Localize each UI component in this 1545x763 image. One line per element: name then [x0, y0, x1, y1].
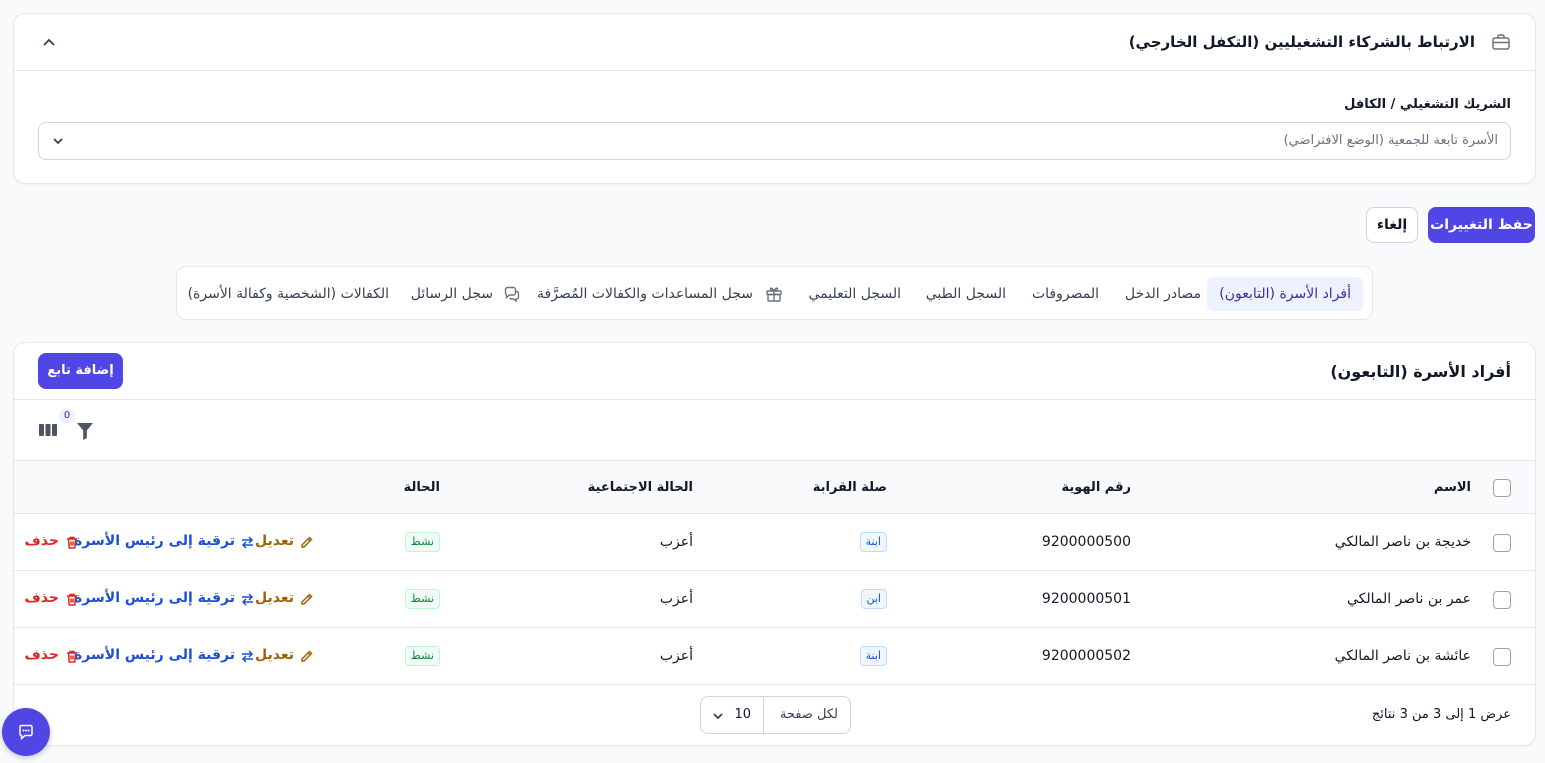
- status-badge: نشط: [404, 646, 440, 666]
- row-checkbox[interactable]: [1493, 534, 1511, 552]
- column-header-marital-status[interactable]: الحالة الاجتماعية: [588, 480, 693, 495]
- partner-section-header[interactable]: الارتباط بالشركاء التشغيليين (التكفل الخ…: [14, 14, 1535, 71]
- promote-label: ترقية إلى رئيس الأسرة: [74, 647, 235, 663]
- pencil-icon: [299, 535, 314, 550]
- delete-button[interactable]: حذف: [25, 647, 79, 663]
- columns-icon[interactable]: [38, 421, 58, 439]
- swap-arrows-icon: [240, 592, 255, 607]
- promote-to-head-button[interactable]: ترقية إلى رئيس الأسرة: [74, 533, 255, 549]
- cancel-button[interactable]: إلغاء: [1366, 207, 1418, 243]
- promote-label: ترقية إلى رئيس الأسرة: [74, 590, 235, 606]
- tab-income-sources[interactable]: مصادر الدخل: [1125, 277, 1201, 311]
- pencil-icon: [299, 592, 314, 607]
- delete-label: حذف: [24, 590, 59, 606]
- column-header-relation[interactable]: صلة القرابة: [813, 480, 887, 495]
- gift-icon: [765, 285, 783, 303]
- partner-select-value: الأسرة تابعة للجمعية (الوضع الافتراضي): [1283, 133, 1498, 148]
- relation-badge: ابنة: [859, 646, 887, 666]
- swap-arrows-icon: [240, 535, 255, 550]
- marital-status: أعزب: [659, 534, 693, 550]
- chevron-up-icon[interactable]: [38, 32, 60, 54]
- table-header: الاسم رقم الهوية صلة القرابة الحالة الاج…: [14, 460, 1535, 514]
- chevron-down-icon: [51, 134, 65, 148]
- trash-icon: [65, 592, 79, 607]
- family-members-title: أفراد الأسرة (التابعون): [1330, 362, 1511, 381]
- select-all-checkbox[interactable]: [1493, 479, 1511, 497]
- member-id-number: 9200000500: [1041, 534, 1131, 550]
- edit-button[interactable]: تعديل: [255, 647, 314, 663]
- partner-field-label: الشريك التشغيلي / الكافل: [1344, 97, 1511, 112]
- member-name: خديجة بن ناصر المالكي: [1334, 534, 1471, 550]
- chat-button[interactable]: [2, 708, 50, 756]
- tab-family-members[interactable]: أفراد الأسرة (التابعون): [1207, 277, 1363, 311]
- per-page-select[interactable]: 10: [701, 697, 763, 733]
- table-row: عائشة بن ناصر المالكي 9200000502 ابنة أع…: [14, 628, 1535, 685]
- tab-medical-record[interactable]: السجل الطبي: [926, 277, 1006, 311]
- promote-label: ترقية إلى رئيس الأسرة: [74, 533, 235, 549]
- member-id-number: 9200000502: [1041, 648, 1131, 664]
- member-name: عمر بن ناصر المالكي: [1346, 591, 1471, 607]
- marital-status: أعزب: [659, 591, 693, 607]
- promote-to-head-button[interactable]: ترقية إلى رئيس الأسرة: [74, 590, 255, 606]
- edit-button[interactable]: تعديل: [255, 533, 314, 549]
- family-members-card: أفراد الأسرة (التابعون) إضافة تابع 0 الا…: [13, 342, 1536, 746]
- row-checkbox[interactable]: [1493, 591, 1511, 609]
- status-badge: نشط: [404, 589, 440, 609]
- trash-icon: [65, 649, 79, 664]
- briefcase-icon: [1491, 32, 1511, 52]
- relation-badge: ابنة: [859, 532, 887, 552]
- per-page-label: لكل صفحة: [779, 707, 838, 722]
- trash-icon: [65, 535, 79, 550]
- save-changes-button[interactable]: حفظ التغييرات: [1428, 207, 1535, 243]
- delete-label: حذف: [24, 533, 59, 549]
- tab-education-record[interactable]: السجل التعليمي: [809, 277, 902, 311]
- relation-badge: ابن: [860, 589, 887, 609]
- row-checkbox[interactable]: [1493, 648, 1511, 666]
- edit-button[interactable]: تعديل: [255, 590, 314, 606]
- status-badge: نشط: [404, 532, 440, 552]
- per-page-control: لكل صفحة 10: [700, 696, 851, 734]
- table-row: خديجة بن ناصر المالكي 9200000500 ابنة أع…: [14, 514, 1535, 571]
- swap-arrows-icon: [240, 649, 255, 664]
- pencil-icon: [299, 649, 314, 664]
- filter-icon[interactable]: [76, 421, 94, 441]
- member-name: عائشة بن ناصر المالكي: [1334, 648, 1471, 664]
- tabs-bar: أفراد الأسرة (التابعون) مصادر الدخل المص…: [176, 266, 1373, 320]
- chat-bubbles-icon: [503, 285, 521, 303]
- add-dependent-button[interactable]: إضافة تابع: [38, 353, 123, 389]
- tab-aid-history-label: سجل المساعدات والكفالات المُصرَّفة: [537, 286, 753, 302]
- tab-aid-history[interactable]: سجل المساعدات والكفالات المُصرَّفة: [537, 277, 783, 311]
- table-row: عمر بن ناصر المالكي 9200000501 ابن أعزب …: [14, 571, 1535, 628]
- edit-label: تعديل: [255, 533, 294, 549]
- divider: [14, 399, 1535, 400]
- tab-sponsorships[interactable]: الكفالات (الشخصية وكفالة الأسرة): [188, 277, 389, 311]
- delete-button[interactable]: حذف: [25, 590, 79, 606]
- per-page-value: 10: [734, 707, 751, 722]
- partner-section-title: الارتباط بالشركاء التشغيليين (التكفل الخ…: [1128, 33, 1475, 51]
- column-header-status[interactable]: الحالة: [404, 480, 440, 495]
- delete-label: حذف: [24, 647, 59, 663]
- delete-button[interactable]: حذف: [25, 533, 79, 549]
- filter-count-badge: 0: [59, 409, 75, 423]
- marital-status: أعزب: [659, 648, 693, 664]
- tab-expenses[interactable]: المصروفات: [1032, 277, 1099, 311]
- tab-messages-log-label: سجل الرسائل: [410, 286, 493, 302]
- edit-label: تعديل: [255, 647, 294, 663]
- divider: [763, 697, 764, 733]
- edit-label: تعديل: [255, 590, 294, 606]
- promote-to-head-button[interactable]: ترقية إلى رئيس الأسرة: [74, 647, 255, 663]
- partner-select[interactable]: الأسرة تابعة للجمعية (الوضع الافتراضي): [38, 122, 1511, 160]
- tab-messages-log[interactable]: سجل الرسائل: [411, 277, 521, 311]
- partner-section-card: الارتباط بالشركاء التشغيليين (التكفل الخ…: [13, 13, 1536, 184]
- chevron-down-icon: [711, 709, 725, 723]
- member-id-number: 9200000501: [1041, 591, 1131, 607]
- column-header-id-number[interactable]: رقم الهوية: [1061, 480, 1131, 495]
- pagination-summary: عرض 1 إلى 3 من 3 نتائج: [1371, 707, 1511, 722]
- column-header-name[interactable]: الاسم: [1434, 480, 1471, 495]
